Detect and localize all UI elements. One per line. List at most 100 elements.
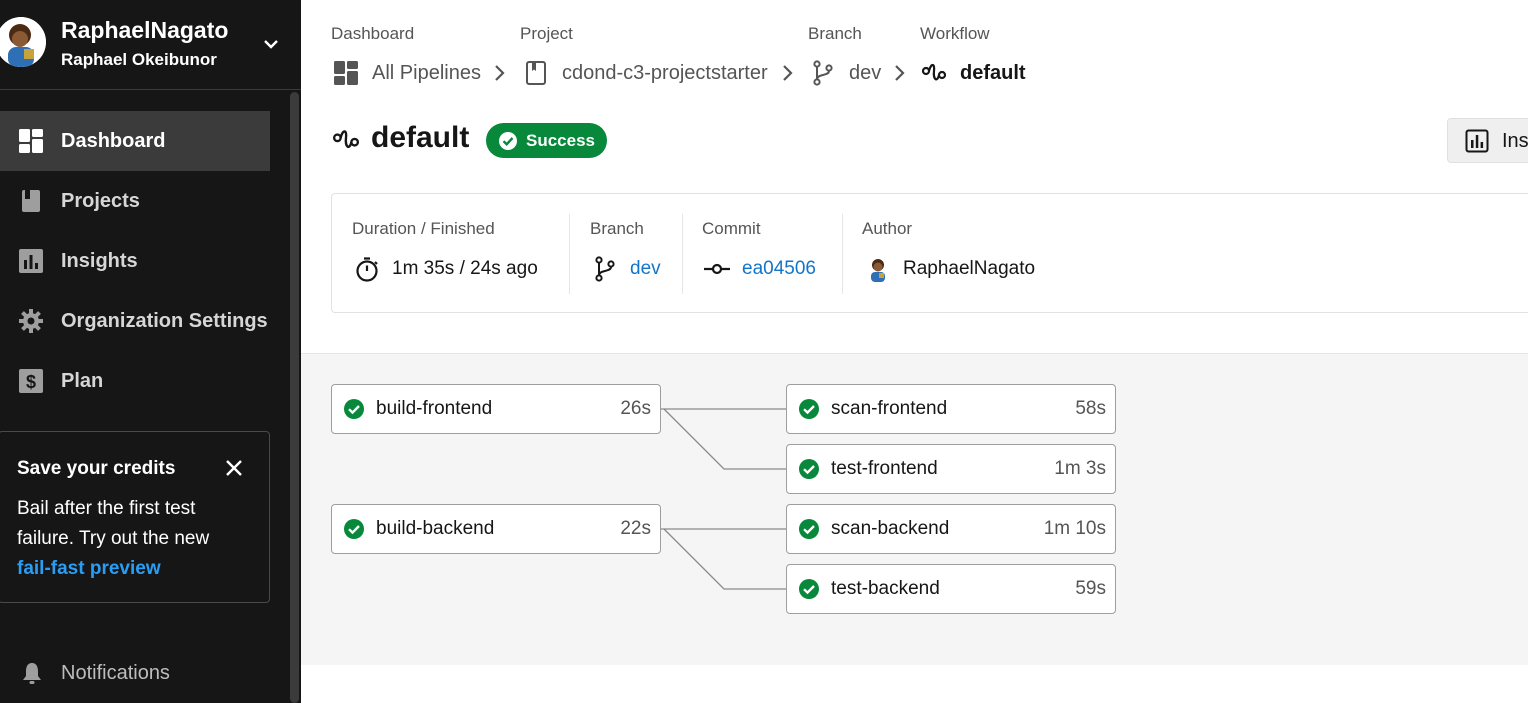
job-duration: 1m 10s — [1043, 518, 1106, 539]
stopwatch-icon — [354, 256, 380, 282]
job-duration: 59s — [1075, 578, 1106, 599]
author-label: Author — [862, 219, 913, 238]
workflow-icon — [332, 130, 360, 149]
sidebar: RaphaelNagato Raphael Okeibunor Dashboar… — [0, 0, 301, 703]
dashboard-icon — [18, 128, 44, 154]
job-duration: 22s — [620, 518, 651, 539]
breadcrumb-text: dev — [849, 61, 882, 84]
sidebar-scrollbar[interactable] — [290, 92, 299, 703]
breadcrumb-branch[interactable]: dev — [810, 58, 881, 88]
duration-value: 1m 35s / 24s ago — [354, 256, 538, 282]
sidebar-item-label: Notifications — [61, 662, 170, 684]
sidebar-item-label: Dashboard — [61, 129, 166, 152]
job-name: scan-backend — [831, 518, 950, 539]
commit-label: Commit — [702, 219, 761, 238]
sidebar-item-projects[interactable]: Projects — [0, 171, 270, 231]
chevron-right-icon — [495, 65, 505, 81]
save-credits-card: Save your credits Bail after the first t… — [0, 431, 270, 603]
check-circle-icon — [499, 131, 517, 150]
job-duration: 1m 3s — [1054, 458, 1106, 479]
chevron-down-icon[interactable] — [259, 32, 283, 56]
credits-card-body: Bail after the first test failure. Try o… — [17, 498, 210, 549]
insights-chart-icon — [1465, 129, 1489, 153]
insights-button-label: Ins — [1502, 130, 1528, 152]
author-avatar — [865, 256, 891, 282]
commit-link[interactable]: ea04506 — [742, 258, 816, 280]
insights-chart-icon — [18, 248, 44, 274]
divider — [569, 214, 570, 294]
breadcrumb-all-pipelines[interactable]: All Pipelines — [333, 58, 481, 88]
breadcrumb-label-dashboard: Dashboard — [331, 24, 415, 43]
job-test-backend[interactable]: test-backend 59s — [786, 564, 1116, 614]
project-book-icon — [18, 188, 44, 214]
user-avatar — [0, 17, 46, 67]
author-name: RaphaelNagato — [903, 258, 1036, 279]
chevron-right-icon — [895, 65, 905, 81]
page-title: default — [371, 121, 470, 154]
sidebar-item-label: Projects — [61, 189, 140, 212]
job-name: scan-frontend — [831, 398, 948, 419]
sidebar-item-label: Organization Settings — [61, 309, 268, 332]
breadcrumb-project[interactable]: cdond-c3-projectstarter — [523, 58, 768, 88]
breadcrumb-workflow[interactable]: default — [921, 58, 1026, 88]
job-duration: 58s — [1075, 398, 1106, 419]
job-name: test-frontend — [831, 458, 938, 479]
sidebar-item-plan[interactable]: $ Plan — [0, 351, 270, 411]
insights-button[interactable]: Ins — [1447, 118, 1528, 163]
job-name: test-backend — [831, 578, 940, 599]
job-scan-backend[interactable]: scan-backend 1m 10s — [786, 504, 1116, 554]
gear-icon — [18, 308, 44, 334]
sidebar-item-insights[interactable]: Insights — [0, 231, 270, 291]
divider — [682, 214, 683, 294]
check-circle-icon — [799, 459, 819, 479]
branch-label: Branch — [590, 219, 644, 238]
job-duration: 26s — [620, 398, 651, 419]
breadcrumb-text: default — [960, 61, 1026, 84]
commit-icon — [704, 256, 730, 282]
dollar-icon: $ — [18, 368, 44, 394]
job-name: build-backend — [376, 518, 495, 539]
author-value: RaphaelNagato — [865, 256, 1035, 282]
sidebar-item-label: Insights — [61, 249, 138, 272]
fail-fast-preview-link[interactable]: fail-fast preview — [17, 554, 161, 584]
branch-icon — [810, 60, 836, 86]
dashboard-icon — [333, 60, 359, 86]
check-circle-icon — [799, 399, 819, 419]
close-icon[interactable] — [223, 457, 245, 479]
job-name: build-frontend — [376, 398, 493, 419]
sidebar-item-label: Plan — [61, 369, 104, 392]
workflow-graph: build-frontend 26s scan-frontend 58s tes… — [301, 353, 1528, 665]
branch-link[interactable]: dev — [630, 258, 661, 280]
duration-text: 1m 35s / 24s ago — [392, 258, 538, 279]
status-text: Success — [526, 130, 595, 150]
bell-icon — [23, 663, 41, 684]
user-full-name: Raphael Okeibunor — [61, 50, 217, 69]
check-circle-icon — [799, 519, 819, 539]
username: RaphaelNagato — [61, 17, 229, 43]
svg-text:$: $ — [26, 372, 36, 392]
job-scan-frontend[interactable]: scan-frontend 58s — [786, 384, 1116, 434]
check-circle-icon — [799, 579, 819, 599]
job-build-frontend[interactable]: build-frontend 26s — [331, 384, 661, 434]
workflow-icon — [921, 60, 947, 86]
job-test-frontend[interactable]: test-frontend 1m 3s — [786, 444, 1116, 494]
commit-value[interactable]: ea04506 — [704, 256, 816, 282]
branch-icon — [592, 256, 618, 282]
project-book-icon — [523, 60, 549, 86]
breadcrumb-label-workflow: Workflow — [920, 24, 990, 43]
sidebar-item-organization-settings[interactable]: Organization Settings — [0, 291, 270, 351]
check-circle-icon — [344, 519, 364, 539]
user-switcher[interactable]: RaphaelNagato Raphael Okeibunor — [0, 0, 301, 90]
breadcrumb-label-project: Project — [520, 24, 573, 43]
sidebar-item-notifications[interactable]: Notifications — [0, 650, 270, 696]
status-badge: Success — [486, 123, 607, 158]
credits-card-title: Save your credits — [17, 458, 176, 479]
workflow-summary-card: Duration / Finished 1m 35s / 24s ago Bra… — [331, 193, 1528, 313]
job-build-backend[interactable]: build-backend 22s — [331, 504, 661, 554]
chevron-right-icon — [783, 65, 793, 81]
sidebar-item-dashboard[interactable]: Dashboard — [0, 111, 270, 171]
breadcrumb-text: cdond-c3-projectstarter — [562, 61, 768, 84]
breadcrumb-label-branch: Branch — [808, 24, 862, 43]
branch-value[interactable]: dev — [592, 256, 661, 282]
divider — [842, 214, 843, 294]
